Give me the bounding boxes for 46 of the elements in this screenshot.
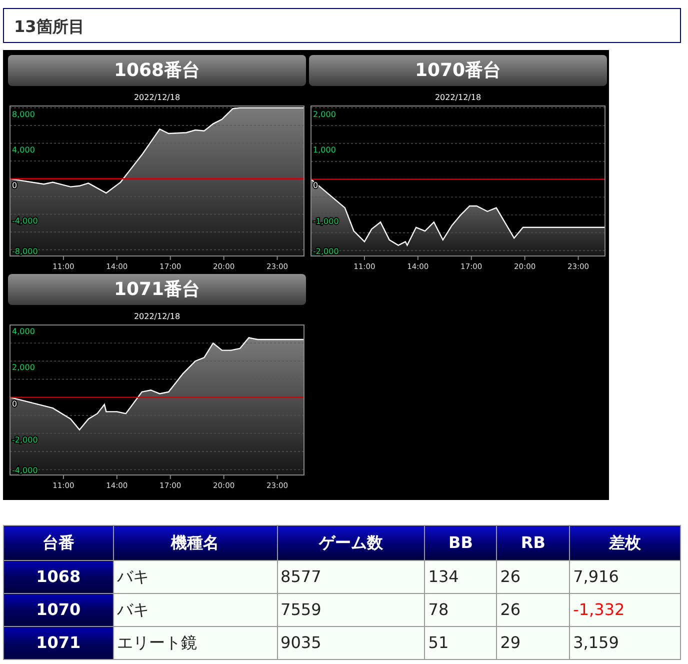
table-cell: 7,916 <box>570 560 680 594</box>
chart-date: 2022/12/18 <box>434 93 482 102</box>
panel-header: 1070番台 <box>309 55 607 86</box>
y-axis-label: -2,000 <box>12 435 38 444</box>
table-cell: 9035 <box>277 626 425 660</box>
table-cell: 78 <box>424 594 497 626</box>
table-cell: 3,159 <box>570 626 680 660</box>
panel-header: 1068番台 <box>8 55 306 86</box>
table-cell: 7559 <box>277 594 425 626</box>
y-axis-label: 4,000 <box>12 145 35 154</box>
column-header: RB <box>496 526 570 560</box>
y-axis-label: -8,000 <box>12 247 38 256</box>
chart-date: 2022/12/18 <box>134 93 180 102</box>
column-header: BB <box>424 526 497 560</box>
machine-number-cell: 1071 <box>4 626 114 660</box>
y-axis-label: 2,000 <box>313 110 336 119</box>
table-cell: 29 <box>496 626 570 660</box>
y-axis-label: 1,000 <box>313 146 336 154</box>
table-cell: 134 <box>424 560 497 594</box>
chart-date: 2022/12/18 <box>134 312 180 321</box>
y-axis-label: 0 <box>313 181 318 190</box>
table-cell: バキ <box>113 560 278 594</box>
machine-number-cell: 1070 <box>4 594 114 626</box>
y-axis-label: -2,000 <box>313 247 339 256</box>
table-cell: 8577 <box>277 560 425 594</box>
column-header: ゲーム数 <box>277 526 425 560</box>
panel-header: 1071番台 <box>8 274 306 305</box>
y-axis-label: 0 <box>12 399 18 408</box>
machine-number-cell: 1068 <box>4 560 114 594</box>
y-axis-label: -1,000 <box>313 216 339 226</box>
table-cell: -1,332 <box>570 594 680 626</box>
table-cell: 26 <box>496 560 570 594</box>
y-axis-label: -4,000 <box>12 216 38 226</box>
y-axis-label: 2,000 <box>12 363 35 372</box>
column-header: 台番 <box>4 526 114 560</box>
section-heading: 13箇所目 <box>3 8 681 43</box>
table-cell: 51 <box>424 626 497 660</box>
y-axis-label: 4,000 <box>12 327 35 336</box>
y-axis-label: 8,000 <box>12 110 35 119</box>
column-header: 機種名 <box>113 526 278 560</box>
y-axis-label: -4,000 <box>12 466 38 475</box>
table-cell: エリート鏡 <box>113 626 278 660</box>
table-cell: バキ <box>113 594 278 626</box>
column-header: 差枚 <box>570 526 680 560</box>
table-cell: 26 <box>496 594 570 626</box>
y-axis-label: 0 <box>12 180 18 190</box>
